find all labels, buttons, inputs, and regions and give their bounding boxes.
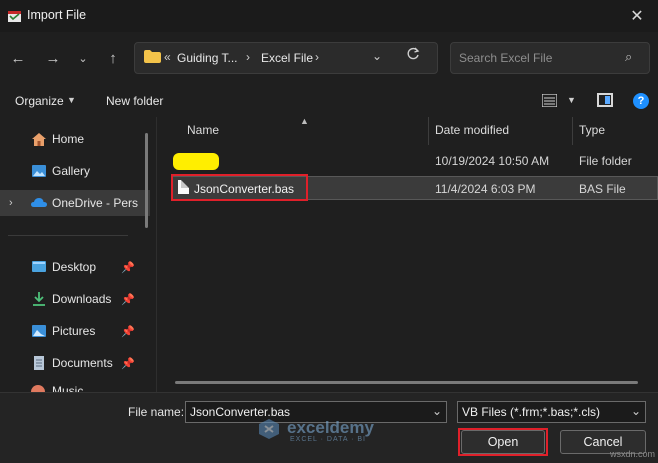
help-icon[interactable]: ? [633,93,649,109]
arrow-right-icon: → [45,49,61,67]
home-icon [32,133,46,146]
row-date: 11/4/2024 6:03 PM [435,182,536,196]
pictures-icon [32,325,46,337]
arrow-up-icon: ↑ [109,49,117,67]
cloud-icon [31,198,47,207]
search-icon: ⌕ [625,49,633,64]
highlight-box [458,428,548,456]
back-button[interactable]: ← [6,46,30,70]
exceldemy-logo-icon [259,419,279,439]
sidebar-item-label: Music [52,384,84,392]
watermark-text: exceldemy [287,418,374,437]
chevron-down-icon[interactable]: ⌄ [432,404,442,418]
sidebar-divider [8,235,128,236]
sidebar-item-music[interactable]: Music [0,382,150,392]
arrow-left-icon: ← [10,49,26,67]
watermark-tagline: EXCEL · DATA · BI [290,436,366,443]
column-separator[interactable] [428,117,429,145]
chevron-right-icon: › [9,197,13,209]
sidebar-item-pictures[interactable]: Pictures 📌 [0,318,150,344]
column-separator[interactable] [572,117,573,145]
pin-icon: 📌 [121,325,135,338]
chevron-down-icon[interactable]: ▼ [567,95,576,105]
title-bar [0,0,658,32]
up-button[interactable]: ↑ [101,46,125,70]
close-icon: ✕ [630,8,644,25]
refresh-button[interactable] [406,47,420,61]
breadcrumb-guiding[interactable]: Guiding T... [177,51,237,65]
row-type: File folder [579,154,632,168]
sidebar-item-downloads[interactable]: Downloads 📌 [0,286,150,312]
folder-icon [144,50,161,63]
download-icon [33,292,45,306]
sidebar-item-home[interactable]: Home [0,126,150,152]
column-header-type[interactable]: Type [579,123,605,137]
pane-divider [156,117,157,392]
sidebar-item-gallery[interactable]: Gallery [0,158,150,184]
sidebar-item-label: OneDrive - Perso [52,196,138,210]
sidebar-scrollbar[interactable] [145,133,148,228]
sidebar-item-label: Documents [52,356,113,370]
breadcrumb-overflow[interactable]: « [164,50,171,64]
documents-icon [34,356,44,370]
pin-icon: 📌 [121,293,135,306]
row-date: 10/19/2024 10:50 AM [435,154,550,168]
vba-app-icon [8,11,21,22]
chevron-down-icon: ⌄ [372,49,383,63]
redacted-folder-name [173,153,219,170]
file-name-label: File name: [128,405,185,419]
preview-pane-icon[interactable] [597,93,613,107]
sidebar-item-label: Desktop [52,260,97,274]
sidebar-item-label: Pictures [52,324,96,338]
desktop-icon [32,261,46,272]
sidebar-item-onedrive[interactable]: › OneDrive - Perso [0,190,150,216]
window-title: Import File [27,8,87,22]
sidebar-item-desktop[interactable]: Desktop 📌 [0,254,150,280]
music-icon [31,385,45,392]
horizontal-scrollbar[interactable] [175,381,638,384]
breadcrumb-separator[interactable]: › [315,50,319,64]
sort-ascending-icon: ▲ [300,116,309,126]
chevron-down-icon[interactable]: ⌄ [631,404,641,418]
forward-button[interactable]: → [41,46,65,70]
sidebar-item-documents[interactable]: Documents 📌 [0,350,150,376]
chevron-down-icon: ▼ [67,95,76,105]
column-header-name[interactable]: Name [187,123,219,137]
search-input[interactable]: Search Excel File [459,51,552,65]
file-type-value[interactable]: VB Files (*.frm;*.bas;*.cls) [462,405,600,419]
organize-button[interactable]: Organize [15,94,64,108]
pin-icon: 📌 [121,261,135,274]
breadcrumb-separator[interactable]: › [246,50,250,64]
sidebar-item-label: Downloads [52,292,112,306]
new-folder-button[interactable]: New folder [106,94,163,108]
gallery-icon [32,165,46,177]
sidebar-item-label: Home [52,132,85,146]
sidebar-item-label: Gallery [52,164,91,178]
recent-locations-button[interactable]: ⌄ [71,46,95,70]
pin-icon: 📌 [121,357,135,370]
close-button[interactable]: ✕ [622,5,652,27]
chevron-down-icon: ⌄ [78,52,88,65]
address-dropdown-button[interactable]: ⌄ [372,49,382,63]
corner-watermark: wsxdn.com [610,449,656,459]
row-type: BAS File [579,182,626,196]
column-header-date-modified[interactable]: Date modified [435,123,509,137]
view-options-icon[interactable] [542,94,557,107]
file-name-value[interactable]: JsonConverter.bas [190,405,290,419]
breadcrumb-excel-file[interactable]: Excel File [261,51,313,65]
highlight-box [171,174,308,201]
